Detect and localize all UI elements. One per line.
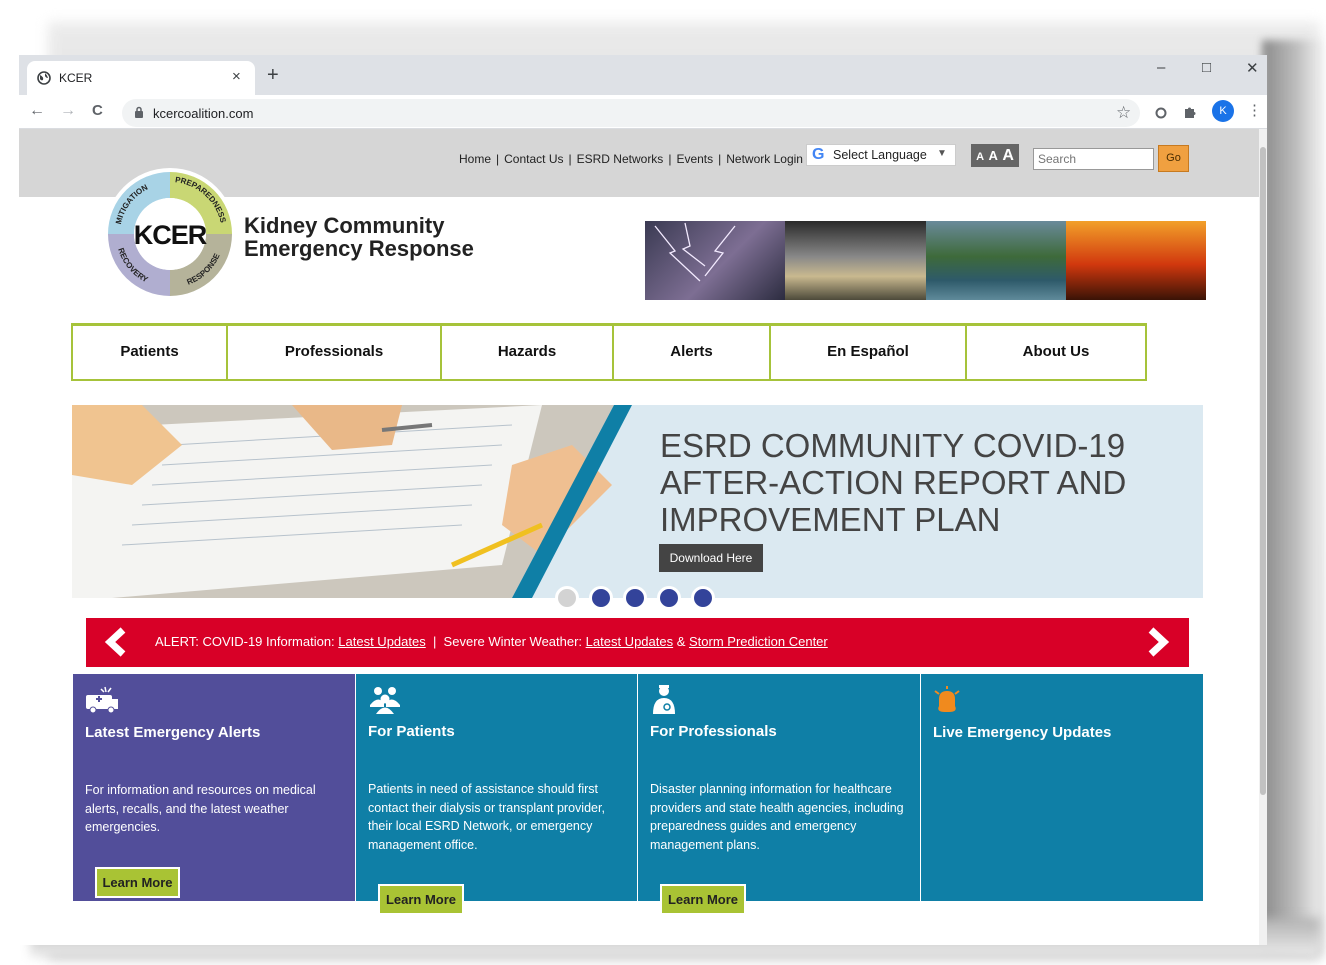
- browser-window: KCER × + – □ ✕ ← → C kcercoalition.com ☆…: [19, 55, 1267, 945]
- logo-center-text: KCER: [134, 220, 207, 250]
- nav-en-espanol[interactable]: En Español: [771, 326, 967, 379]
- main-navigation: Patients Professionals Hazards Alerts En…: [71, 323, 1147, 381]
- slider-dot-3[interactable]: [623, 586, 647, 610]
- wildfire-image: [1065, 221, 1206, 300]
- link-home[interactable]: Home: [459, 152, 491, 166]
- card-title: Latest Emergency Alerts: [85, 724, 261, 741]
- lightning-image: [645, 221, 786, 300]
- card-title: For Patients: [368, 723, 455, 740]
- card-body: Patients in need of assistance should fi…: [368, 782, 605, 852]
- hero-document-image: [72, 405, 632, 598]
- scrollbar-thumb[interactable]: [1260, 147, 1266, 795]
- doctor-icon: [653, 685, 675, 714]
- link-network-login[interactable]: Network Login: [726, 152, 803, 166]
- download-button[interactable]: Download Here: [659, 544, 763, 572]
- slider-dot-1[interactable]: [555, 586, 579, 610]
- web-page: Home | Contact Us | ESRD Networks | Events | Net…: [19, 129, 1259, 945]
- kcer-logo[interactable]: MITIGATION PREPAREDNESS RESPONSE RECOVER…: [102, 166, 238, 302]
- slider-dot-4[interactable]: [657, 586, 681, 610]
- alert-ticker: ALERT: COVID-19 Information: Latest Upda…: [86, 618, 1189, 667]
- header-banner-images: [645, 221, 1206, 300]
- language-select[interactable]: G Select Language ▼: [806, 144, 956, 166]
- maximize-button[interactable]: □: [1202, 59, 1211, 76]
- tab-title: KCER: [59, 71, 93, 85]
- learn-more-button[interactable]: Learn More: [95, 867, 180, 898]
- slider-dot-2[interactable]: [589, 586, 613, 610]
- card-title: Live Emergency Updates: [933, 724, 1112, 741]
- close-window-button[interactable]: ✕: [1246, 59, 1259, 77]
- card-emergency-alerts[interactable]: Latest Emergency Alerts For information …: [73, 674, 355, 901]
- text-size-control[interactable]: A A A: [971, 144, 1019, 167]
- card-body: For information and resources on medical…: [85, 783, 316, 834]
- learn-more-button[interactable]: Learn More: [660, 884, 746, 915]
- hero-title: ESRD COMMUNITY COVID-19 AFTER-ACTION REP…: [660, 427, 1127, 538]
- new-tab-button[interactable]: +: [267, 64, 279, 87]
- alert-link-winter-updates[interactable]: Latest Updates: [586, 634, 673, 649]
- text-size-small[interactable]: A: [976, 151, 984, 163]
- browser-toolbar: ← → C kcercoalition.com ☆ K ⋮: [19, 95, 1267, 129]
- nav-about-us[interactable]: About Us: [967, 326, 1145, 379]
- address-bar[interactable]: kcercoalition.com ☆: [122, 99, 1140, 127]
- text-size-large[interactable]: A: [1002, 147, 1014, 164]
- nav-hazards[interactable]: Hazards: [442, 326, 614, 379]
- alert-amp: &: [673, 634, 690, 649]
- tab-close-icon[interactable]: ×: [232, 68, 241, 85]
- chevron-left-icon[interactable]: [103, 627, 129, 657]
- feature-cards: Latest Emergency Alerts For information …: [73, 674, 1203, 915]
- card-body: Disaster planning information for health…: [650, 782, 904, 852]
- slider-dots: [555, 586, 715, 610]
- card-live-updates[interactable]: Live Emergency Updates: [921, 674, 1203, 901]
- back-button[interactable]: ←: [29, 102, 45, 120]
- profile-avatar[interactable]: K: [1212, 100, 1234, 122]
- alert-text: ALERT: COVID-19 Information: Latest Upda…: [155, 634, 828, 649]
- alert-middle: | Severe Winter Weather:: [425, 634, 586, 649]
- site-title-line2: Emergency Response: [244, 236, 474, 261]
- search-go-button[interactable]: Go: [1158, 145, 1189, 172]
- lock-icon: [135, 106, 143, 118]
- extension-circle-icon[interactable]: [1155, 107, 1167, 119]
- card-for-professionals[interactable]: For Professionals Disaster planning info…: [638, 674, 920, 915]
- url-text: kcercoalition.com: [153, 106, 254, 121]
- alarm-bell-icon: [934, 686, 960, 712]
- dropdown-arrow-icon: ▼: [937, 148, 947, 159]
- card-for-patients[interactable]: For Patients Patients in need of assista…: [356, 674, 637, 915]
- nav-alerts[interactable]: Alerts: [614, 326, 771, 379]
- utility-links: Home | Contact Us | ESRD Networks | Events | Net…: [459, 152, 803, 166]
- window-shadow-right: [1262, 40, 1322, 950]
- globe-icon: [37, 71, 51, 85]
- site-title: Kidney Community Emergency Response: [244, 214, 474, 260]
- tab-strip: KCER × + – □ ✕: [19, 55, 1267, 95]
- link-contact-us[interactable]: Contact Us: [504, 152, 563, 166]
- ambulance-icon: [86, 686, 118, 714]
- site-title-line1: Kidney Community: [244, 213, 445, 238]
- minimize-button[interactable]: –: [1157, 59, 1165, 76]
- nav-professionals[interactable]: Professionals: [228, 326, 442, 379]
- hero-slider: ESRD COMMUNITY COVID-19 AFTER-ACTION REP…: [72, 405, 1203, 598]
- puzzle-piece-icon[interactable]: [1183, 105, 1197, 119]
- alert-link-covid-updates[interactable]: Latest Updates: [338, 634, 425, 649]
- language-select-label: Select Language: [833, 148, 927, 162]
- link-events[interactable]: Events: [676, 152, 713, 166]
- slider-dot-5[interactable]: [691, 586, 715, 610]
- bookmark-star-icon[interactable]: ☆: [1116, 103, 1131, 123]
- nav-patients[interactable]: Patients: [73, 326, 228, 379]
- forward-button[interactable]: →: [60, 102, 76, 120]
- card-title: For Professionals: [650, 723, 777, 740]
- browser-tab[interactable]: KCER ×: [27, 61, 255, 95]
- reload-button[interactable]: C: [92, 102, 103, 119]
- learn-more-button[interactable]: Learn More: [378, 884, 464, 915]
- search-input[interactable]: [1033, 148, 1154, 170]
- text-size-medium[interactable]: A: [989, 148, 998, 163]
- google-g-icon: G: [812, 146, 825, 163]
- link-esrd-networks[interactable]: ESRD Networks: [577, 152, 664, 166]
- flood-image: [925, 221, 1066, 300]
- alert-prefix: ALERT: COVID-19 Information:: [155, 634, 339, 649]
- browser-menu-icon[interactable]: ⋮: [1247, 101, 1262, 119]
- people-group-icon: [370, 687, 400, 714]
- alert-link-storm-prediction[interactable]: Storm Prediction Center: [689, 634, 828, 649]
- chevron-right-icon[interactable]: [1145, 627, 1171, 657]
- storm-clouds-image: [785, 221, 926, 300]
